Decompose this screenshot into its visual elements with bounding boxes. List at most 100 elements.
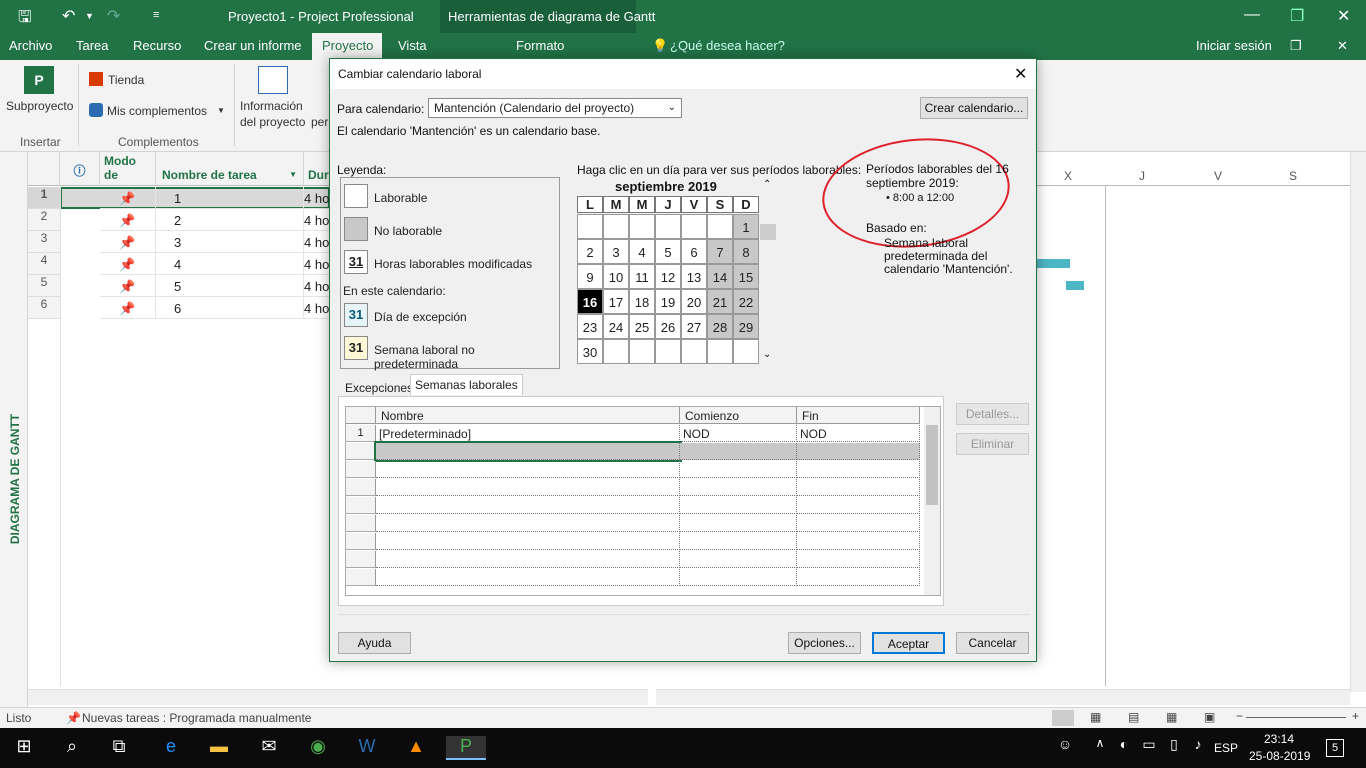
- grid-cell-end[interactable]: [797, 497, 920, 514]
- tab-informe[interactable]: Crear un informe: [204, 38, 302, 53]
- ok-button[interactable]: Aceptar: [872, 632, 945, 654]
- windows-start-icon[interactable]: ⊞: [12, 736, 36, 760]
- calendar-day[interactable]: 24: [603, 314, 629, 339]
- calendar-day[interactable]: 1: [733, 214, 759, 239]
- grid-cell-end[interactable]: [797, 551, 920, 568]
- duration-cell[interactable]: 4 ho: [304, 253, 332, 275]
- duration-cell[interactable]: 4 ho: [304, 187, 332, 209]
- task-name-cell[interactable]: 5: [156, 275, 304, 297]
- grid-header-start[interactable]: Comienzo: [680, 407, 797, 424]
- tab-recurso[interactable]: Recurso: [133, 38, 181, 53]
- row-header[interactable]: 1: [28, 187, 60, 209]
- task-name-cell[interactable]: 6: [156, 297, 304, 319]
- grid-row-number[interactable]: [346, 533, 376, 550]
- grid-cell-start[interactable]: [680, 569, 797, 586]
- chevron-down-icon[interactable]: ▼: [289, 170, 297, 179]
- delete-button[interactable]: Eliminar: [956, 433, 1029, 455]
- tab-tarea[interactable]: Tarea: [76, 38, 109, 53]
- project-info-line2[interactable]: del proyecto: [240, 115, 305, 129]
- word-icon[interactable]: W: [355, 736, 379, 760]
- zoom-out-icon[interactable]: −: [1236, 709, 1243, 723]
- chrome-icon[interactable]: ◉: [306, 736, 330, 760]
- search-icon[interactable]: ⌕: [60, 736, 84, 760]
- grid-header-name[interactable]: Nombre: [376, 407, 680, 424]
- calendar-day[interactable]: 11: [629, 264, 655, 289]
- calendar-day[interactable]: 22: [733, 289, 759, 314]
- grid-cell-name[interactable]: [376, 515, 680, 532]
- grid-scroll-thumb[interactable]: [926, 425, 938, 505]
- calendar-day[interactable]: 8: [733, 239, 759, 264]
- grid-row-number[interactable]: [346, 569, 376, 586]
- calendar-day[interactable]: 3: [603, 239, 629, 264]
- grid-cell-start[interactable]: NOD: [680, 425, 797, 442]
- calendar-select[interactable]: Mantención (Calendario del proyecto) ⌄: [428, 98, 682, 118]
- grid-cell-name[interactable]: [376, 533, 680, 550]
- grid-row-number[interactable]: [346, 551, 376, 568]
- store-button[interactable]: Tienda: [108, 73, 144, 87]
- edge-icon[interactable]: e: [159, 736, 183, 760]
- tab-vista[interactable]: Vista: [398, 38, 427, 53]
- grid-cell-name[interactable]: [374, 441, 682, 462]
- options-button[interactable]: Opciones...: [788, 632, 861, 654]
- details-button[interactable]: Detalles...: [956, 403, 1029, 425]
- file-explorer-icon[interactable]: ▬: [207, 736, 231, 760]
- minimize-icon[interactable]: —: [1244, 6, 1260, 24]
- resource-sheet-icon[interactable]: ▦: [1166, 710, 1177, 724]
- grid-cell-name[interactable]: [376, 461, 680, 478]
- calendar-day[interactable]: 4: [629, 239, 655, 264]
- calendar-day[interactable]: 7: [707, 239, 733, 264]
- grid-header-end[interactable]: Fin: [797, 407, 920, 424]
- calendar-day[interactable]: 25: [629, 314, 655, 339]
- row-header[interactable]: 5: [28, 275, 60, 297]
- people-icon[interactable]: ☺: [1053, 736, 1077, 760]
- duration-cell[interactable]: 4 ho: [304, 209, 332, 231]
- calendar-day[interactable]: 6: [681, 239, 707, 264]
- chevron-up-icon[interactable]: ∧: [1088, 736, 1112, 760]
- grid-cell-name[interactable]: [376, 551, 680, 568]
- antivirus-icon[interactable]: ◐: [1112, 736, 1136, 760]
- horizontal-scrollbar-right[interactable]: [656, 689, 1350, 705]
- language-indicator[interactable]: ESP: [1214, 741, 1238, 755]
- volume-icon[interactable]: ♪: [1186, 736, 1210, 760]
- vlc-icon[interactable]: ▲: [404, 736, 428, 760]
- notification-badge[interactable]: 5: [1326, 739, 1344, 757]
- close-icon[interactable]: ✕: [1014, 64, 1027, 84]
- battery-icon[interactable]: ▯: [1162, 736, 1186, 760]
- my-addins-button[interactable]: Mis complementos: [107, 104, 207, 118]
- grid-cell-name[interactable]: [Predeterminado]: [376, 425, 680, 442]
- chevron-up-icon[interactable]: ⌃: [763, 179, 771, 190]
- row-header[interactable]: 6: [28, 297, 60, 319]
- calendar-day[interactable]: 10: [603, 264, 629, 289]
- task-name-cell[interactable]: 2: [156, 209, 304, 231]
- grid-row-number[interactable]: [346, 479, 376, 496]
- task-view-icon[interactable]: ⧉: [107, 736, 131, 760]
- grid-cell-name[interactable]: [376, 497, 680, 514]
- create-calendar-button[interactable]: Crear calendario...: [920, 97, 1028, 119]
- row-header[interactable]: 4: [28, 253, 60, 275]
- calendar-day[interactable]: 15: [733, 264, 759, 289]
- duration-column-header[interactable]: Dur: [304, 152, 332, 186]
- grid-cell-end[interactable]: [797, 569, 920, 586]
- help-button[interactable]: Ayuda: [338, 632, 411, 654]
- grid-scrollbar[interactable]: [924, 407, 940, 595]
- info-icon[interactable]: ⓘ: [60, 152, 100, 186]
- mode-column-header[interactable]: Modo de: [100, 152, 156, 186]
- gantt-view-icon[interactable]: [1052, 710, 1074, 726]
- project-app-icon[interactable]: P: [446, 736, 486, 760]
- calendar-day[interactable]: 21: [707, 289, 733, 314]
- task-name-cell[interactable]: 3: [156, 231, 304, 253]
- undo-icon[interactable]: ↶: [62, 6, 75, 26]
- grid-row-number[interactable]: [346, 461, 376, 478]
- calendar-day[interactable]: 27: [681, 314, 707, 339]
- calendar-day[interactable]: 29: [733, 314, 759, 339]
- row-header[interactable]: 2: [28, 209, 60, 231]
- grid-row-number[interactable]: [346, 443, 376, 460]
- calendar-day[interactable]: 19: [655, 289, 681, 314]
- network-icon[interactable]: ▭: [1137, 736, 1161, 760]
- tab-formato[interactable]: Formato: [516, 38, 564, 53]
- cancel-button[interactable]: Cancelar: [956, 632, 1029, 654]
- tab-proyecto[interactable]: Proyecto: [322, 38, 373, 53]
- sign-in-link[interactable]: Iniciar sesión: [1196, 38, 1272, 53]
- tab-archivo[interactable]: Archivo: [9, 38, 52, 53]
- grid-cell-end[interactable]: NOD: [797, 425, 920, 442]
